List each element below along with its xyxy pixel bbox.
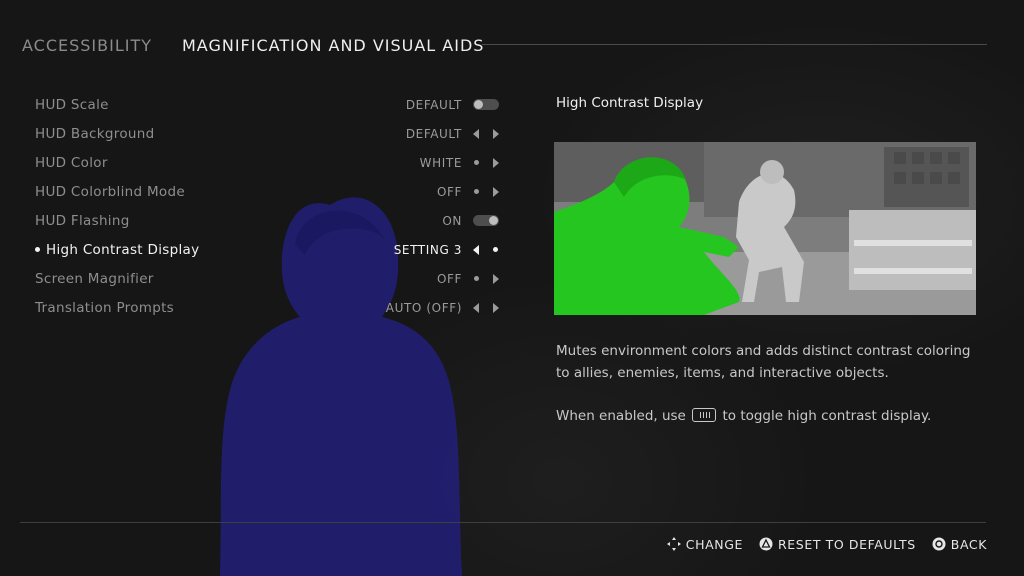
value-selector[interactable]: [473, 186, 499, 198]
setting-hud-scale[interactable]: HUD Scale DEFAULT: [24, 91, 502, 120]
dpad-icon: [666, 537, 681, 551]
value-selector[interactable]: [473, 128, 499, 140]
setting-value: DEFAULT: [405, 127, 462, 141]
value-selector[interactable]: [473, 273, 499, 285]
setting-translation-prompts[interactable]: Translation Prompts AUTO (OFF): [24, 294, 502, 323]
setting-hud-background[interactable]: HUD Background DEFAULT: [24, 120, 502, 149]
limit-dot-icon: [474, 276, 479, 281]
change-label: CHANGE: [685, 536, 743, 552]
toggle-switch[interactable]: [473, 215, 499, 227]
preview-image: [554, 142, 976, 315]
setting-high-contrast-display[interactable]: High Contrast Display SETTING 3: [24, 236, 502, 265]
setting-label: HUD Colorblind Mode: [35, 184, 185, 200]
arrow-right-icon[interactable]: [493, 274, 499, 284]
back-label: BACK: [950, 536, 987, 552]
arrow-left-icon[interactable]: [473, 129, 479, 139]
setting-label: HUD Color: [35, 155, 108, 171]
arrow-right-icon[interactable]: [493, 187, 499, 197]
reset-to-defaults-button[interactable]: RESET TO DEFAULTS: [759, 537, 916, 552]
circle-button-icon: [932, 537, 946, 551]
triangle-button-icon: [759, 537, 773, 551]
change-button[interactable]: CHANGE: [666, 536, 743, 552]
arrow-left-icon[interactable]: [473, 303, 479, 313]
value-selector[interactable]: [473, 302, 499, 314]
description-paragraph: Mutes environment colors and adds distin…: [556, 343, 971, 381]
arrow-right-icon[interactable]: [493, 129, 499, 139]
detail-description: Mutes environment colors and adds distin…: [556, 340, 986, 448]
description-paragraph: When enabled, use to toggle high contras…: [556, 408, 932, 424]
setting-label: HUD Flashing: [35, 213, 130, 229]
setting-value: ON: [442, 214, 462, 228]
breadcrumb: ACCESSIBILITY MAGNIFICATION AND VISUAL A…: [22, 36, 987, 56]
setting-value: DEFAULT: [405, 98, 462, 112]
setting-label: HUD Scale: [35, 97, 109, 113]
setting-screen-magnifier[interactable]: Screen Magnifier OFF: [24, 265, 502, 294]
breadcrumb-parent[interactable]: ACCESSIBILITY: [22, 36, 152, 55]
toggle-switch[interactable]: [473, 99, 499, 111]
setting-value: OFF: [436, 272, 462, 286]
setting-label: Screen Magnifier: [35, 271, 154, 287]
arrow-left-icon[interactable]: [473, 245, 479, 255]
value-selector[interactable]: [473, 157, 499, 169]
setting-hud-colorblind-mode[interactable]: HUD Colorblind Mode OFF: [24, 178, 502, 207]
setting-label: High Contrast Display: [35, 242, 199, 258]
setting-value: AUTO (OFF): [385, 301, 462, 315]
reset-label: RESET TO DEFAULTS: [778, 536, 916, 552]
selection-bullet-icon: [35, 247, 40, 252]
arrow-right-icon[interactable]: [493, 158, 499, 168]
limit-dot-icon: [474, 160, 479, 165]
limit-dot-icon: [493, 247, 498, 252]
setting-label: HUD Background: [35, 126, 155, 142]
limit-dot-icon: [474, 189, 479, 194]
value-selector[interactable]: [473, 244, 499, 256]
settings-list: HUD Scale DEFAULT HUD Background DEFAULT…: [24, 91, 502, 323]
setting-value: OFF: [436, 185, 462, 199]
setting-value: WHITE: [419, 156, 462, 170]
footer-divider: [20, 522, 986, 523]
setting-hud-color[interactable]: HUD Color WHITE: [24, 149, 502, 178]
touchpad-button-icon: [692, 408, 717, 422]
arrow-right-icon[interactable]: [493, 303, 499, 313]
button-prompts: CHANGE RESET TO DEFAULTS BACK: [666, 536, 987, 552]
header-divider: [482, 44, 987, 45]
setting-value: SETTING 3: [393, 243, 462, 257]
setting-hud-flashing[interactable]: HUD Flashing ON: [24, 207, 502, 236]
detail-title: High Contrast Display: [556, 95, 704, 111]
page-title: MAGNIFICATION AND VISUAL AIDS: [182, 36, 485, 55]
setting-label: Translation Prompts: [35, 300, 175, 316]
back-button[interactable]: BACK: [932, 537, 987, 552]
